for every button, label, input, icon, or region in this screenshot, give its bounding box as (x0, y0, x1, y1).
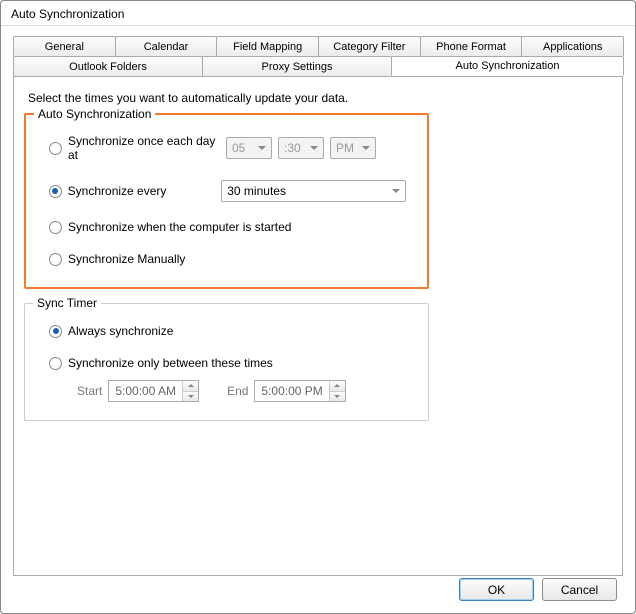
input-value: 5:00:00 PM (255, 381, 328, 401)
tab-calendar[interactable]: Calendar (115, 36, 218, 56)
tab-label: Outlook Folders (69, 61, 147, 73)
radio-icon (49, 325, 62, 338)
option-sync-daily[interactable]: Synchronize once each day at 05 :30 PM (49, 134, 412, 162)
auto-sync-legend: Auto Synchronization (34, 107, 155, 121)
spin-up-icon[interactable] (183, 381, 198, 392)
tab-label: Category Filter (333, 41, 405, 53)
chevron-down-icon (392, 189, 400, 193)
option-sync-every[interactable]: Synchronize every 30 minutes (49, 180, 412, 202)
tab-general[interactable]: General (13, 36, 116, 56)
tab-auto-synchronization[interactable]: Auto Synchronization (391, 56, 624, 76)
option-always-sync[interactable]: Always synchronize (49, 324, 412, 338)
option-label: Synchronize only between these times (68, 356, 273, 370)
tab-panel: Select the times you want to automatical… (13, 76, 623, 576)
sync-timer-group: Sync Timer Always synchronize Synchroniz… (24, 303, 429, 421)
option-label: Always synchronize (68, 324, 173, 338)
button-label: Cancel (561, 583, 598, 597)
tab-applications[interactable]: Applications (521, 36, 624, 56)
intro-text: Select the times you want to automatical… (28, 91, 612, 105)
spin-down-icon[interactable] (183, 392, 198, 402)
every-interval-select[interactable]: 30 minutes (221, 180, 406, 202)
content-area: General Calendar Field Mapping Category … (1, 26, 635, 586)
tab-label: Phone Format (436, 41, 506, 53)
input-value: 5:00:00 AM (109, 381, 182, 401)
spinner-buttons[interactable] (329, 381, 345, 401)
auto-sync-group: Auto Synchronization Synchronize once ea… (24, 113, 429, 289)
option-sync-manually[interactable]: Synchronize Manually (49, 252, 412, 266)
start-time-input[interactable]: 5:00:00 AM (108, 380, 199, 402)
tabs: General Calendar Field Mapping Category … (13, 36, 623, 576)
window-title: Auto Synchronization (1, 1, 635, 26)
chevron-down-icon (310, 146, 318, 150)
option-sync-between-times[interactable]: Synchronize only between these times (49, 356, 412, 370)
end-label: End (227, 384, 248, 398)
dialog-window: Auto Synchronization General Calendar Fi… (0, 0, 636, 614)
tab-label: Auto Synchronization (456, 60, 560, 72)
select-value: 30 minutes (227, 184, 286, 198)
tab-label: Applications (543, 41, 602, 53)
chevron-down-icon (362, 146, 370, 150)
tab-label: Field Mapping (233, 41, 302, 53)
option-sync-on-startup[interactable]: Synchronize when the computer is started (49, 220, 412, 234)
radio-icon (49, 142, 62, 155)
tab-label: Proxy Settings (262, 61, 333, 73)
tab-proxy-settings[interactable]: Proxy Settings (202, 56, 392, 76)
dialog-buttons: OK Cancel (459, 578, 617, 601)
radio-icon (49, 357, 62, 370)
ok-button[interactable]: OK (459, 578, 534, 601)
daily-hour-select[interactable]: 05 (226, 137, 272, 159)
chevron-down-icon (258, 146, 266, 150)
start-label: Start (77, 384, 102, 398)
select-value: 05 (232, 141, 245, 155)
end-time-input[interactable]: 5:00:00 PM (254, 380, 345, 402)
tab-field-mapping[interactable]: Field Mapping (216, 36, 319, 56)
spin-up-icon[interactable] (330, 381, 345, 392)
cancel-button[interactable]: Cancel (542, 578, 617, 601)
select-value: PM (336, 141, 354, 155)
daily-ampm-select[interactable]: PM (330, 137, 376, 159)
spin-down-icon[interactable] (330, 392, 345, 402)
option-label: Synchronize when the computer is started (68, 220, 291, 234)
radio-icon (49, 185, 62, 198)
tab-label: General (45, 41, 84, 53)
tab-phone-format[interactable]: Phone Format (420, 36, 523, 56)
daily-minute-select[interactable]: :30 (278, 137, 324, 159)
select-value: :30 (284, 141, 301, 155)
time-range-row: Start 5:00:00 AM End 5:00:00 PM (77, 380, 412, 402)
tab-row-bottom: Outlook Folders Proxy Settings Auto Sync… (13, 56, 623, 76)
radio-icon (49, 221, 62, 234)
tab-outlook-folders[interactable]: Outlook Folders (13, 56, 203, 76)
button-label: OK (488, 583, 505, 597)
radio-icon (49, 253, 62, 266)
option-label: Synchronize Manually (68, 252, 185, 266)
tab-label: Calendar (144, 41, 189, 53)
spinner-buttons[interactable] (182, 381, 198, 401)
option-label: Synchronize once each day at (68, 134, 218, 162)
tab-row-top: General Calendar Field Mapping Category … (13, 36, 623, 56)
option-label: Synchronize every (68, 184, 214, 198)
tab-category-filter[interactable]: Category Filter (318, 36, 421, 56)
sync-timer-legend: Sync Timer (33, 296, 101, 310)
